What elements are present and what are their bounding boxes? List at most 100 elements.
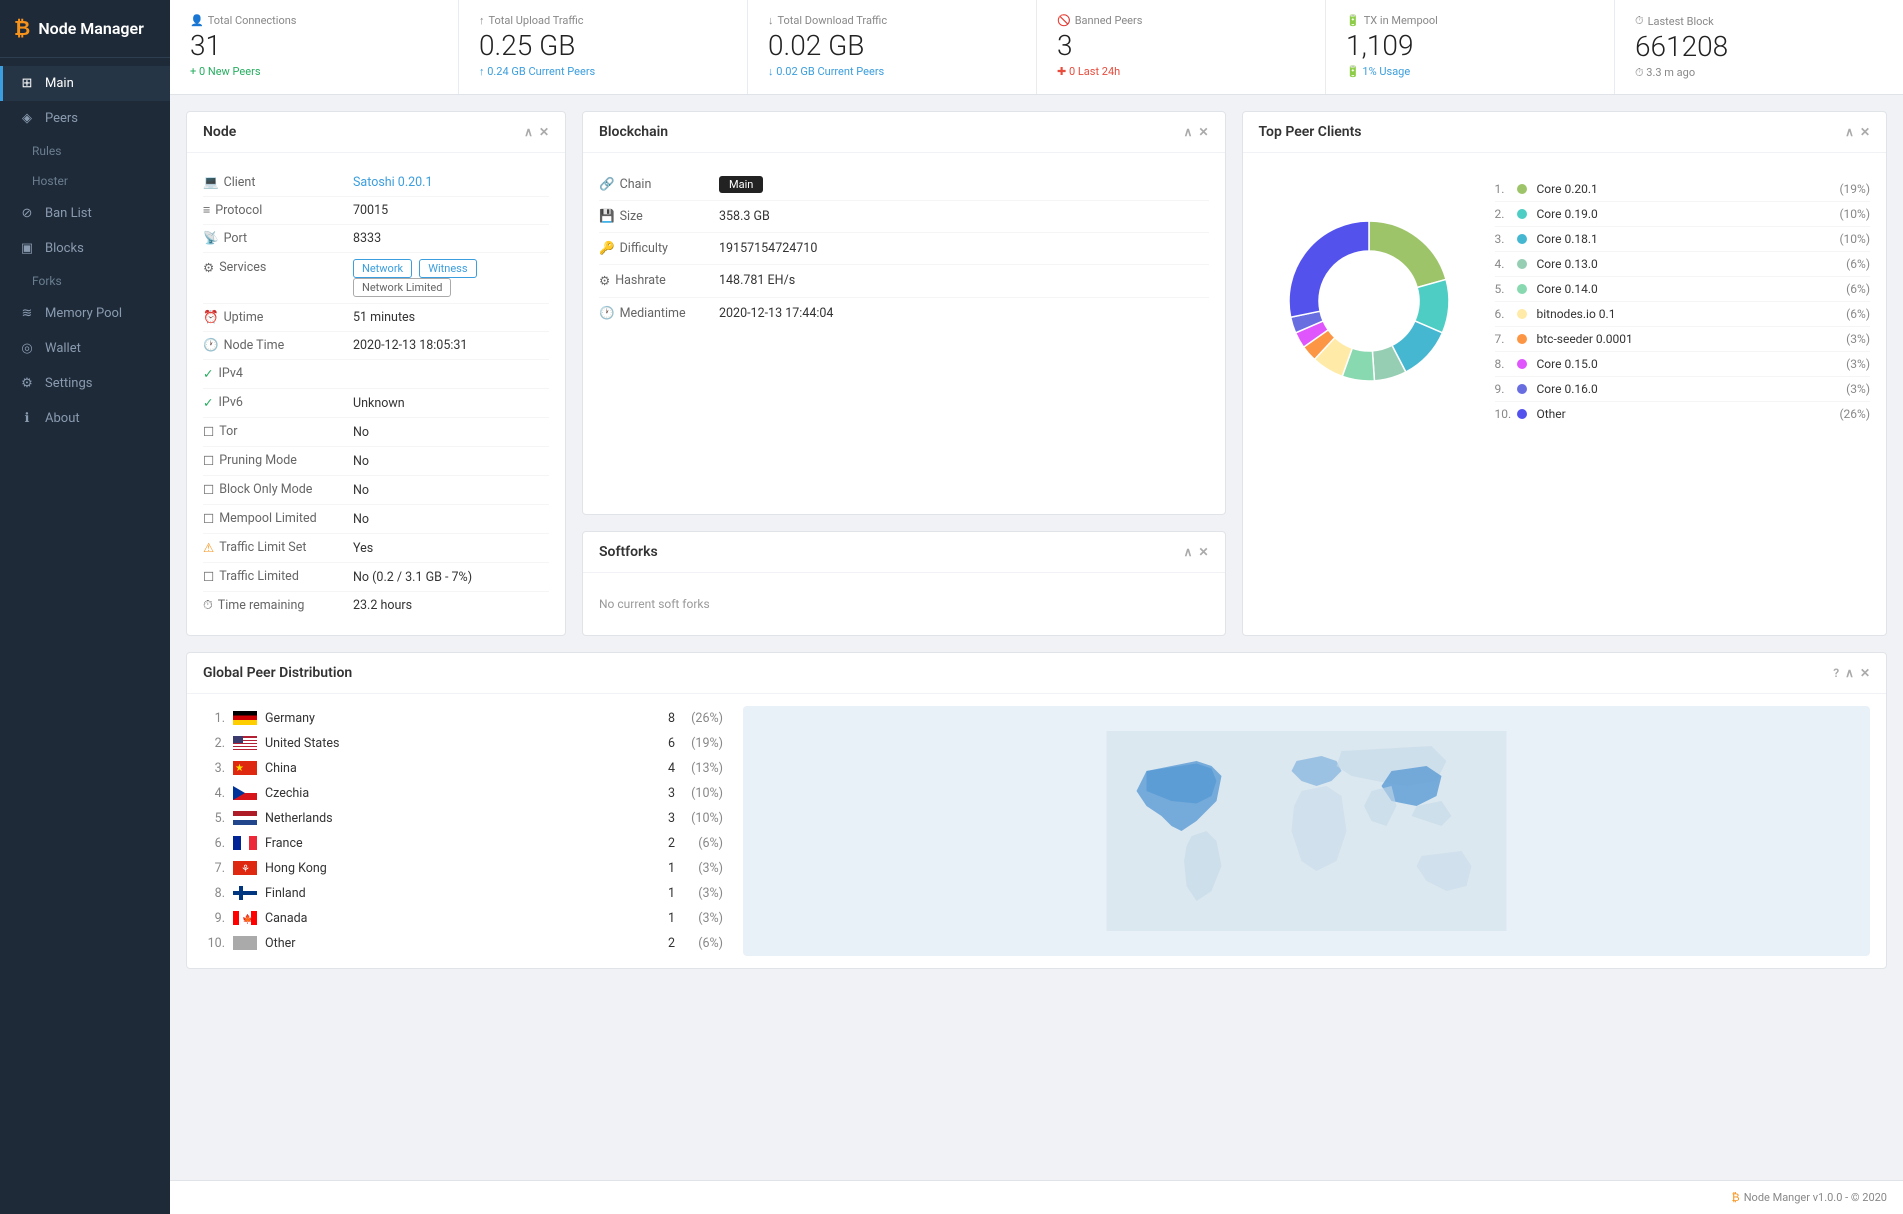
blockchain-collapse-btn[interactable]: ∧ [1184, 125, 1193, 139]
gpd-country: Finland [265, 886, 637, 901]
bc-row-difficulty: 🔑 Difficulty 19157154724710 [599, 233, 1209, 265]
stat-banned-value: 3 [1057, 31, 1305, 62]
blockchain-close-btn[interactable]: ✕ [1198, 125, 1208, 139]
donut-container: 1. Core 0.20.1 (19%) 2. Core 0.19.0 (10%… [1259, 169, 1871, 434]
gpd-card: Global Peer Distribution ? ∧ ✕ 1. German… [186, 652, 1887, 969]
gpd-pct: (13%) [683, 761, 723, 776]
sidebar-item-peers[interactable]: ◈ Peers [0, 101, 170, 136]
node-card-header: Node ∧ ✕ [187, 112, 565, 153]
gpd-flag [233, 736, 257, 750]
sidebar-nav: ⊞ Main ◈ Peers Rules Hoster ⊘ Ban List ▣… [0, 58, 170, 1214]
peer-name: Core 0.16.0 [1537, 382, 1843, 396]
sidebar-item-main[interactable]: ⊞ Main [0, 66, 170, 101]
settings-icon: ⚙ [19, 376, 35, 391]
hashrate-icon: ⚙ [599, 273, 610, 289]
gpd-rank: 7. [203, 861, 225, 876]
blockchain-card-header: Blockchain ∧ ✕ [583, 112, 1225, 153]
sidebar-label-about: About [45, 411, 80, 426]
stat-download-sub: ↓ 0.02 GB Current Peers [768, 65, 1016, 78]
gpd-row: 1. Germany 8 (26%) [203, 706, 723, 731]
gpd-collapse-btn[interactable]: ∧ [1845, 666, 1854, 680]
tag-witness: Witness [419, 259, 476, 278]
trafficlimited-icon: ☐ [203, 569, 214, 585]
peer-name: Core 0.18.1 [1537, 232, 1836, 246]
stat-mempool-label: 🔋 TX in Mempool [1346, 14, 1594, 27]
gpd-rank: 10. [203, 936, 225, 951]
nodetime-icon: 🕐 [203, 338, 219, 353]
gpd-pct: (3%) [683, 861, 723, 876]
peer-clients-collapse-btn[interactable]: ∧ [1845, 125, 1854, 139]
peer-color-dot [1517, 359, 1527, 369]
bc-row-hashrate: ⚙ Hashrate 148.781 EH/s [599, 265, 1209, 298]
softforks-empty: No current soft forks [599, 589, 1209, 619]
stat-download: ↓ Total Download Traffic 0.02 GB ↓ 0.02 … [748, 0, 1037, 94]
stat-block-sub: ⏱ 3.3 m ago [1635, 66, 1883, 80]
node-row-blockonly: ☐ Block Only Mode No [203, 476, 549, 505]
gpd-row: 7. ⚘ Hong Kong 1 (3%) [203, 856, 723, 881]
peer-pct: (3%) [1846, 357, 1870, 371]
softforks-close-btn[interactable]: ✕ [1198, 545, 1208, 559]
services-icon: ⚙ [203, 260, 214, 276]
sidebar-item-about[interactable]: ℹ About [0, 401, 170, 436]
sidebar-item-blocks[interactable]: ▣ Blocks [0, 231, 170, 266]
stat-download-value: 0.02 GB [768, 31, 1016, 62]
bc-row-size: 💾 Size 358.3 GB [599, 201, 1209, 233]
stat-connections-value: 31 [190, 31, 438, 62]
peer-pct: (3%) [1846, 332, 1870, 346]
peer-pct: (6%) [1846, 307, 1870, 321]
blockchain-controls: ∧ ✕ [1184, 125, 1209, 139]
peer-pct: (6%) [1846, 282, 1870, 296]
sidebar-item-wallet[interactable]: ◎ Wallet [0, 331, 170, 366]
gpd-flag: ★ [233, 761, 257, 775]
gpd-count: 1 [645, 911, 675, 926]
sidebar-label-forks: Forks [32, 274, 62, 288]
sidebar-label-blocks: Blocks [45, 241, 84, 256]
softforks-card-header: Softforks ∧ ✕ [583, 532, 1225, 573]
peer-color-dot [1517, 284, 1527, 294]
peer-rank: 4. [1495, 257, 1513, 271]
gpd-rank: 9. [203, 911, 225, 926]
node-row-tor: ☐ Tor No [203, 418, 549, 447]
peer-rank: 5. [1495, 282, 1513, 296]
block-icon: ⏱ [1635, 14, 1644, 28]
peer-row: 3. Core 0.18.1 (10%) [1495, 227, 1871, 252]
stat-banned: 🚫 Banned Peers 3 ✚ 0 Last 24h [1037, 0, 1326, 94]
stat-mempool: 🔋 TX in Mempool 1,109 🔋 1% Usage [1326, 0, 1615, 94]
gpd-flag [233, 711, 257, 725]
sidebar-label-settings: Settings [45, 376, 92, 391]
peer-clients-close-btn[interactable]: ✕ [1860, 125, 1870, 139]
sidebar-item-hoster[interactable]: Hoster [0, 166, 170, 196]
gpd-country: France [265, 836, 637, 851]
peer-row: 9. Core 0.16.0 (3%) [1495, 377, 1871, 402]
sidebar-item-forks[interactable]: Forks [0, 266, 170, 296]
sidebar-item-banlist[interactable]: ⊘ Ban List [0, 196, 170, 231]
stat-upload-sub: ↑ 0.24 GB Current Peers [479, 65, 727, 78]
peer-row: 7. btc-seeder 0.0001 (3%) [1495, 327, 1871, 352]
peer-name: Core 0.20.1 [1537, 182, 1836, 196]
peer-color-dot [1517, 209, 1527, 219]
peer-name: Core 0.19.0 [1537, 207, 1836, 221]
gpd-count: 8 [645, 711, 675, 726]
ipv6-icon: ✓ [203, 395, 213, 411]
sidebar-item-settings[interactable]: ⚙ Settings [0, 366, 170, 401]
gpd-flag [233, 936, 257, 950]
softforks-collapse-btn[interactable]: ∧ [1184, 545, 1193, 559]
gpd-pct: (3%) [683, 911, 723, 926]
peer-clients-body: 1. Core 0.20.1 (19%) 2. Core 0.19.0 (10%… [1243, 153, 1887, 450]
gpd-close-btn[interactable]: ✕ [1860, 666, 1870, 680]
gpd-help-btn[interactable]: ? [1833, 666, 1839, 680]
uptime-icon: ⏰ [203, 310, 219, 325]
app-title-text: Node Manager [38, 19, 144, 38]
peer-row: 5. Core 0.14.0 (6%) [1495, 277, 1871, 302]
node-close-btn[interactable]: ✕ [539, 125, 549, 139]
peer-row: 8. Core 0.15.0 (3%) [1495, 352, 1871, 377]
sidebar-item-rules[interactable]: Rules [0, 136, 170, 166]
stat-block: ⏱ Lastest Block 661208 ⏱ 3.3 m ago [1615, 0, 1903, 94]
node-card: Node ∧ ✕ 💻 Client Satoshi 0.20.1 ≡ Proto… [186, 111, 566, 636]
stat-block-label: ⏱ Lastest Block [1635, 14, 1883, 28]
node-collapse-btn[interactable]: ∧ [524, 125, 533, 139]
softforks-controls: ∧ ✕ [1184, 545, 1209, 559]
blockchain-card: Blockchain ∧ ✕ 🔗 Chain Main 💾 Size [582, 111, 1226, 515]
gpd-country: China [265, 761, 637, 776]
sidebar-item-memorypool[interactable]: ≋ Memory Pool [0, 296, 170, 331]
